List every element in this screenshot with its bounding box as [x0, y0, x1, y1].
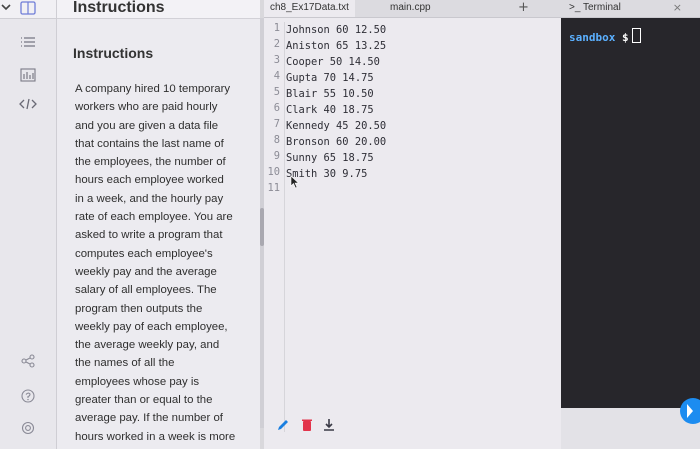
line-number: 5	[273, 86, 280, 98]
code-line[interactable]: Cooper 50 14.50	[286, 54, 380, 70]
list-icon[interactable]	[18, 36, 38, 52]
instructions-line: computes each employee's	[75, 247, 213, 260]
line-number: 7	[273, 118, 280, 130]
instructions-body: A company hired 10 temporary workers who…	[75, 80, 247, 446]
instructions-line: in a week, and the hourly pay	[75, 192, 224, 205]
code-line[interactable]: Bronson 60 20.00	[286, 134, 386, 150]
pencil-icon[interactable]	[276, 418, 290, 432]
chevron-down-icon[interactable]	[1, 2, 11, 18]
add-tab-button[interactable]: +	[512, 0, 535, 17]
terminal-tabs: >_ Terminal ×	[561, 0, 700, 18]
instructions-line: average pay. If the number of	[75, 412, 223, 425]
instructions-line: asked to write a program that	[75, 229, 223, 242]
instructions-line: greater than or equal to the	[75, 394, 213, 407]
mouse-cursor-icon	[290, 175, 300, 189]
line-number: 1	[273, 22, 280, 34]
instructions-title: Instructions	[73, 45, 154, 61]
line-number: 8	[273, 134, 280, 146]
code-editor[interactable]: ch8_Ex17Data.txt main.cpp + 1 2 3 4 5 6 …	[264, 0, 561, 449]
instructions-line: program then outputs the	[75, 302, 203, 315]
code-line[interactable]: Blair 55 10.50	[286, 86, 374, 102]
instructions-line: workers who are paid hourly	[75, 101, 218, 114]
instructions-line: weekly pay and the average	[75, 265, 217, 278]
instructions-line: and you are given a data file	[75, 119, 219, 132]
tab-main-cpp[interactable]: main.cpp	[384, 0, 437, 17]
trash-icon[interactable]	[300, 418, 314, 432]
instructions-line: the average weekly pay, and	[75, 339, 220, 352]
close-icon[interactable]: ×	[673, 0, 682, 16]
code-line[interactable]: Clark 40 18.75	[286, 102, 374, 118]
terminal-caret	[631, 28, 641, 43]
instructions-line: employees whose pay is	[75, 375, 200, 388]
instructions-header-title: Instructions	[73, 0, 165, 16]
editor-toolbar	[264, 408, 561, 440]
tab-data-file[interactable]: ch8_Ex17Data.txt	[264, 0, 355, 17]
settings-icon[interactable]	[18, 421, 38, 437]
line-number: 3	[273, 54, 280, 66]
instructions-header: Instructions	[57, 0, 260, 19]
rail-topbar	[0, 0, 56, 19]
terminal-panel[interactable]: >_ Terminal × sandbox $	[561, 0, 700, 449]
terminal-prompt[interactable]: sandbox $	[569, 28, 641, 44]
chart-icon[interactable]	[18, 68, 38, 84]
run-button[interactable]	[680, 398, 700, 424]
prompt-sign: $	[621, 31, 629, 44]
editor-tabs: ch8_Ex17Data.txt main.cpp +	[264, 0, 561, 18]
instructions-line: rate of each employee. You are	[75, 211, 233, 224]
share-icon[interactable]	[18, 354, 38, 370]
code-line[interactable]: Aniston 65 13.25	[286, 38, 386, 54]
instructions-line: that contains the last name of	[75, 137, 224, 150]
book-icon[interactable]	[18, 1, 38, 17]
code-line[interactable]: Kennedy 45 20.50	[286, 118, 386, 134]
instructions-line: hours each employee worked	[75, 174, 224, 187]
instructions-panel: Instructions Instructions A company hire…	[57, 0, 260, 449]
download-icon[interactable]	[322, 418, 336, 432]
line-number: 2	[273, 38, 280, 50]
instructions-line: weekly pay of each employee,	[75, 320, 228, 333]
code-line[interactable]: Gupta 70 14.75	[286, 70, 374, 86]
instructions-line: the employees, the number of	[75, 156, 226, 169]
line-number: 10	[267, 166, 280, 178]
code-icon[interactable]	[18, 98, 38, 114]
tab-terminal[interactable]: >_ Terminal	[569, 0, 621, 16]
code-line[interactable]: Sunny 65 18.75	[286, 150, 374, 166]
line-number: 11	[267, 182, 280, 194]
left-rail	[0, 0, 57, 449]
line-number: 4	[273, 70, 280, 82]
instructions-line: salary of all employees. The	[75, 284, 217, 297]
help-icon[interactable]	[18, 389, 38, 405]
code-line[interactable]: Johnson 60 12.50	[286, 22, 386, 38]
prompt-host: sandbox	[569, 31, 616, 44]
play-icon	[687, 404, 693, 418]
line-number: 6	[273, 102, 280, 114]
instructions-line: the names of all the	[75, 357, 175, 370]
instructions-line: hours worked in a week is more	[75, 430, 236, 443]
line-number: 9	[273, 150, 280, 162]
line-number-gutter: 1 2 3 4 5 6 7 8 9 10 11	[264, 22, 285, 432]
instructions-line: A company hired 10 temporary	[75, 83, 231, 95]
